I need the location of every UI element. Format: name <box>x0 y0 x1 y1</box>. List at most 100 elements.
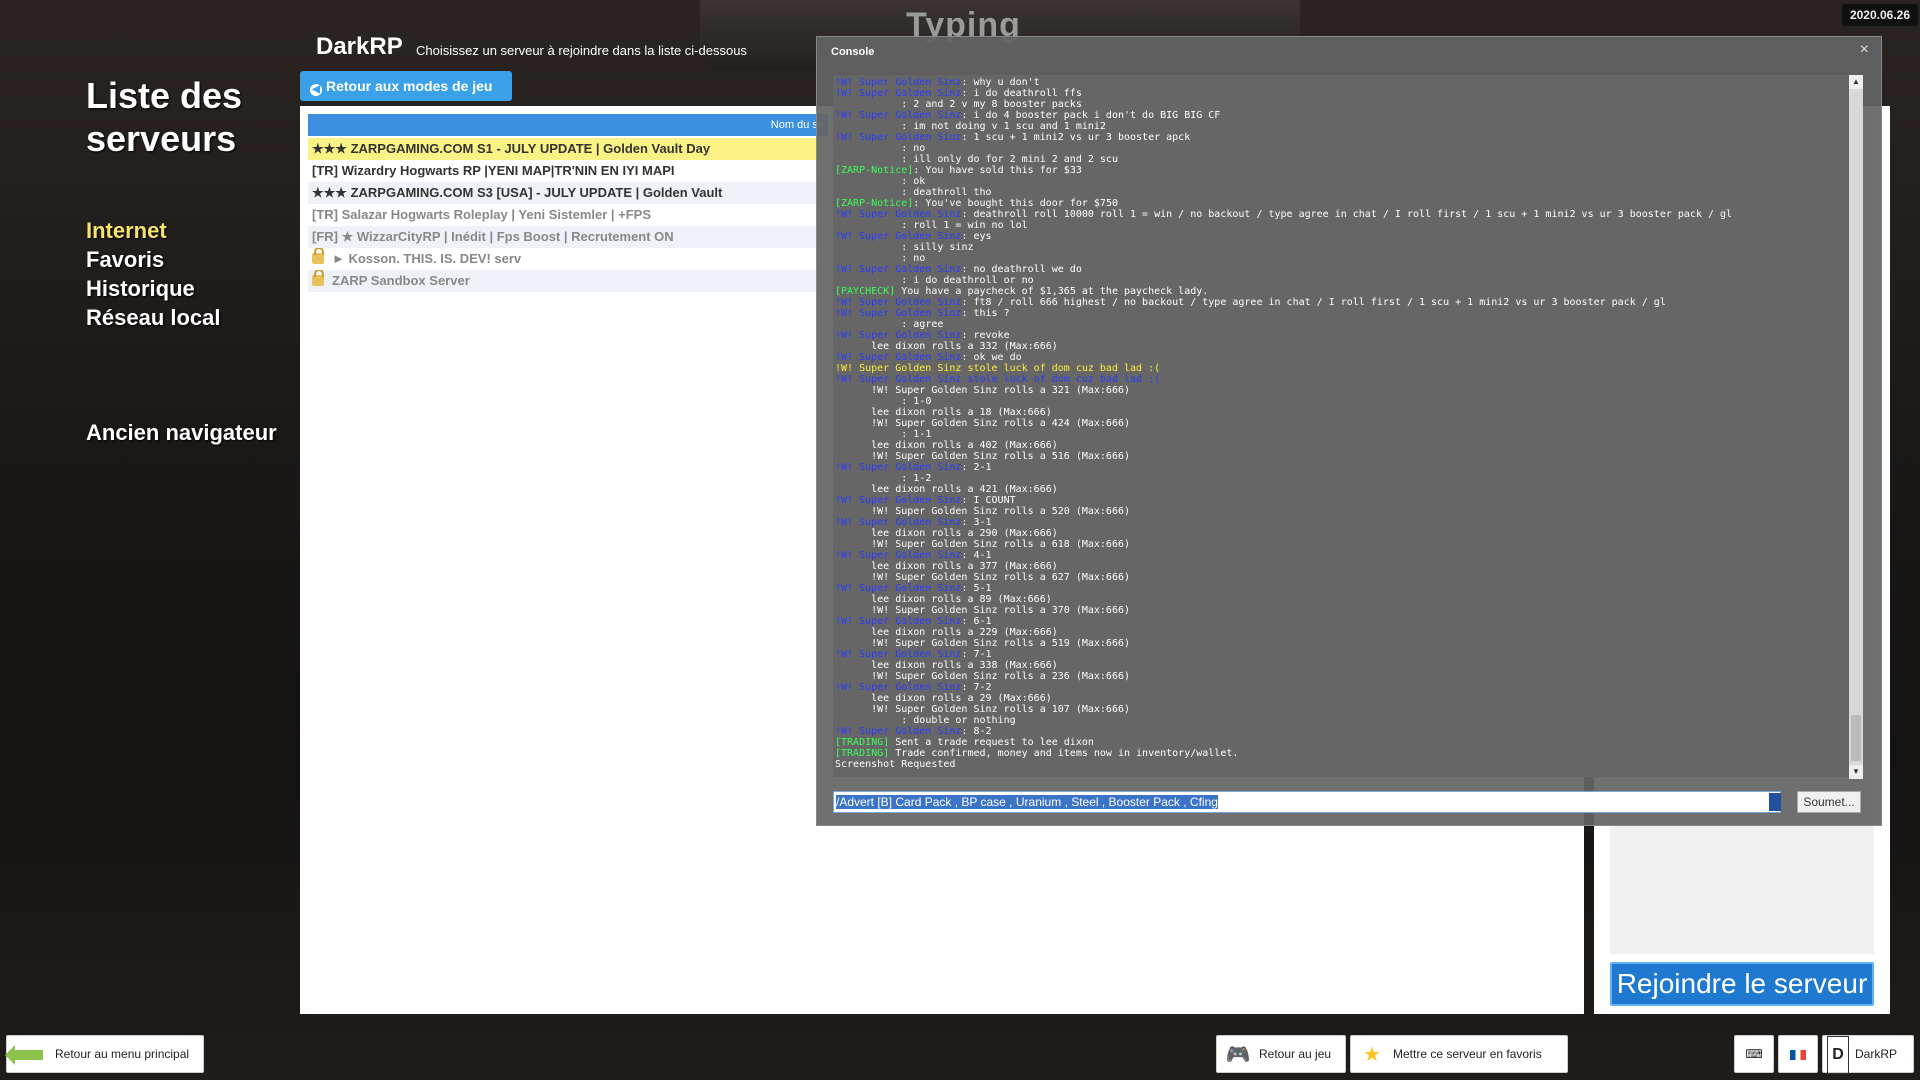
server-name: ZARP Sandbox Server <box>332 273 470 288</box>
console-line-prefix <box>835 638 871 649</box>
server-name: [FR] ★ WizzarCityRP | Inédit | Fps Boost… <box>312 229 674 244</box>
console-line-prefix <box>835 407 871 418</box>
console-line: !W! Super Golden Sinz: 4-1 <box>835 550 1863 561</box>
console-line-text: Screenshot Requested <box>835 759 956 770</box>
console-line-text: : double or nothing <box>901 715 1016 726</box>
server-row[interactable]: [FR] ★ WizzarCityRP | Inédit | Fps Boost… <box>308 226 824 248</box>
console-line-prefix <box>835 627 871 638</box>
console-line: : ok <box>835 176 1863 187</box>
console-line-text: : eys <box>961 231 992 242</box>
back-to-gamemodes-label: Retour aux modes de jeu <box>326 78 493 94</box>
console-line-prefix <box>835 385 871 396</box>
console-line: lee dixon rolls a 338 (Max:666) <box>835 660 1863 671</box>
console-line-text: : ok <box>901 176 926 187</box>
console-line: : roll 1 = win no lol <box>835 220 1863 231</box>
console-line-text: lee dixon rolls a 332 (Max:666) <box>871 341 1058 352</box>
console-line-prefix <box>835 473 901 484</box>
console-line-text: !W! Super Golden Sinz rolls a 107 (Max:6… <box>871 704 1131 715</box>
console-line-text: : i do deathroll ffs <box>961 88 1082 99</box>
close-icon[interactable]: × <box>1860 41 1869 59</box>
language-button[interactable] <box>1778 1035 1818 1073</box>
back-to-game-button[interactable]: 🎮 Retour au jeu <box>1216 1035 1346 1073</box>
console-line-prefix: !W! Super Golden Sinz <box>835 77 962 88</box>
lock-icon <box>312 248 324 264</box>
console-line: !W! Super Golden Sinz rolls a 520 (Max:6… <box>835 506 1863 517</box>
join-server-button[interactable]: Rejoindre le serveur <box>1610 962 1874 1006</box>
console-line: !W! Super Golden Sinz rolls a 627 (Max:6… <box>835 572 1863 583</box>
page-title-line1: Liste des <box>86 75 243 116</box>
console-line-prefix: !W! Super Golden Sinz <box>835 330 962 341</box>
nav-favorites[interactable]: Favoris <box>86 245 221 274</box>
column-header-name[interactable]: Nom du se <box>308 114 828 136</box>
scroll-down-icon[interactable]: ▼ <box>1849 765 1863 779</box>
legacy-browser-link[interactable]: Ancien navigateur <box>86 420 277 446</box>
console-line-prefix <box>835 715 901 726</box>
add-favorite-button[interactable]: ★ Mettre ce serveur en favoris <box>1350 1035 1568 1073</box>
gamemode-subtitle: Choisissez un serveur à rejoindre dans l… <box>416 43 747 58</box>
console-line-prefix: !W! Super Golden Sinz stole luck of dom … <box>835 363 1161 374</box>
server-row[interactable]: [TR] Salazar Hogwarts Roleplay | Yeni Si… <box>308 204 824 226</box>
console-line-text: : no <box>901 143 926 154</box>
gamemode-button[interactable]: D DarkRP <box>1822 1035 1914 1074</box>
console-line: lee dixon rolls a 18 (Max:666) <box>835 407 1863 418</box>
gamemode-title: DarkRP <box>316 33 403 60</box>
nav-local-network[interactable]: Réseau local <box>86 303 221 332</box>
console-line: lee dixon rolls a 377 (Max:666) <box>835 561 1863 572</box>
console-line-text: lee dixon rolls a 29 (Max:666) <box>871 693 1052 704</box>
server-row[interactable]: ► Kosson. THIS. IS. DEV! serv <box>308 248 824 270</box>
console-line-text: : no deathroll we do <box>961 264 1082 275</box>
console-line-prefix: !W! Super Golden Sinz <box>835 352 962 363</box>
console-line-text: lee dixon rolls a 421 (Max:666) <box>871 484 1058 495</box>
console-line-text: !W! Super Golden Sinz rolls a 618 (Max:6… <box>871 539 1131 550</box>
console-line-prefix <box>835 594 871 605</box>
console-line-text: : 8-2 <box>961 726 992 737</box>
back-to-main-menu-button[interactable]: Retour au menu principal <box>5 1035 204 1073</box>
submit-button[interactable]: Soumet... <box>1797 791 1861 813</box>
scroll-thumb[interactable] <box>1851 715 1861 761</box>
console-line-prefix: [TRADING] <box>835 748 890 759</box>
console-line-text: : 7-2 <box>961 682 992 693</box>
console-line-text: : You have sold this for $33 <box>913 165 1082 176</box>
scroll-up-icon[interactable]: ▲ <box>1849 75 1863 89</box>
console-line: lee dixon rolls a 229 (Max:666) <box>835 627 1863 638</box>
console-line-prefix: !W! Super Golden Sinz <box>835 616 962 627</box>
console-line-text: : agree <box>901 319 944 330</box>
console-line-text: : ill only do for 2 mini 2 and 2 scu <box>901 154 1118 165</box>
server-row[interactable]: ZARP Sandbox Server <box>308 270 824 292</box>
console-line-prefix: !W! Super Golden Sinz <box>835 297 962 308</box>
nav-internet[interactable]: Internet <box>86 216 221 245</box>
console-line: !W! Super Golden Sinz: I COUNT <box>835 495 1863 506</box>
console-line-text: : 1-2 <box>901 473 932 484</box>
back-to-gamemodes-button[interactable]: ◀ Retour aux modes de jeu <box>300 71 512 101</box>
nav-history[interactable]: Historique <box>86 274 221 303</box>
console-line-text: : You've bought this door for $750 <box>913 198 1118 209</box>
console-line: : 1-2 <box>835 473 1863 484</box>
console-line: lee dixon rolls a 421 (Max:666) <box>835 484 1863 495</box>
console-line-text: : ft8 / roll 666 highest / no backout / … <box>961 297 1666 308</box>
console-line-text: lee dixon rolls a 338 (Max:666) <box>871 660 1058 671</box>
controller-settings-button[interactable]: ⌨ <box>1734 1035 1774 1073</box>
console-line: !W! Super Golden Sinz: 3-1 <box>835 517 1863 528</box>
date-badge: 2020.06.26 <box>1841 4 1918 26</box>
console-input[interactable]: /Advert [B] Card Pack , BP case , Uraniu… <box>833 791 1781 813</box>
console-line: !W! Super Golden Sinz rolls a 424 (Max:6… <box>835 418 1863 429</box>
console-line: !W! Super Golden Sinz rolls a 519 (Max:6… <box>835 638 1863 649</box>
console-scrollbar[interactable]: ▲ ▼ <box>1849 75 1863 779</box>
server-row[interactable]: [TR] Wizardry Hogwarts RP |YENI MAP|TR'N… <box>308 160 824 182</box>
server-name: [TR] Salazar Hogwarts Roleplay | Yeni Si… <box>312 207 652 222</box>
console-line: : no <box>835 143 1863 154</box>
console-line: !W! Super Golden Sinz: eys <box>835 231 1863 242</box>
server-row[interactable]: ★★★ ZARPGAMING.COM S3 [USA] - JULY UPDAT… <box>308 182 824 204</box>
console-line: lee dixon rolls a 89 (Max:666) <box>835 594 1863 605</box>
console-line-text: !W! Super Golden Sinz rolls a 424 (Max:6… <box>871 418 1131 429</box>
console-line-text: !W! Super Golden Sinz rolls a 321 (Max:6… <box>871 385 1131 396</box>
server-row[interactable]: ★★★ ZARPGAMING.COM S1 - JULY UPDATE | Go… <box>308 138 824 160</box>
console-line: !W! Super Golden Sinz: 8-2 <box>835 726 1863 737</box>
console-line-text: : im not doing v 1 scu and 1 mini2 <box>901 121 1106 132</box>
console-line: lee dixon rolls a 29 (Max:666) <box>835 693 1863 704</box>
console-line: : deathroll tho <box>835 187 1863 198</box>
console-line-text: lee dixon rolls a 89 (Max:666) <box>871 594 1052 605</box>
console-line-text: : 1-1 <box>901 429 932 440</box>
console-line-prefix <box>835 660 871 671</box>
console-line-text: : 1 scu + 1 mini2 vs ur 3 booster apck <box>961 132 1191 143</box>
